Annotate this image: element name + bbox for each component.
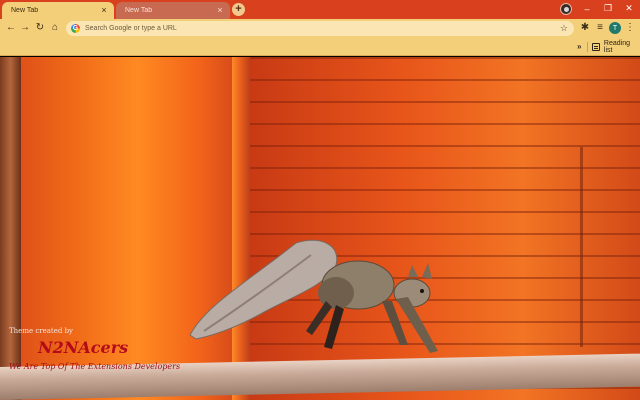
tab-title: New Tab — [125, 7, 153, 14]
bookmarks-divider — [587, 42, 588, 52]
bookmarks-bar: » Reading list — [0, 38, 640, 56]
back-button[interactable]: ← — [4, 21, 18, 35]
forward-button[interactable]: → — [18, 21, 32, 35]
new-tab-button[interactable]: + — [232, 3, 245, 16]
reload-button[interactable]: ↻ — [33, 21, 47, 35]
squirrel-image — [189, 239, 438, 353]
toolbar: ← → ↻ ⌂ G Search Google or type a URL ☆ … — [0, 19, 640, 38]
bookmarks-overflow-icon[interactable]: » — [577, 42, 581, 51]
reading-list-label: Reading list — [603, 40, 630, 54]
omnibox-placeholder[interactable]: Search Google or type a URL — [85, 25, 560, 32]
minimize-button[interactable]: – — [576, 0, 598, 17]
close-window-button[interactable]: ✕ — [618, 0, 640, 17]
google-icon: G — [71, 24, 80, 33]
close-icon[interactable]: × — [98, 5, 110, 17]
close-icon[interactable]: × — [214, 5, 226, 17]
tab-strip: New Tab × New Tab × + – ❐ ✕ — [0, 0, 640, 19]
home-button[interactable]: ⌂ — [48, 21, 62, 35]
wallpaper-left-post — [0, 57, 21, 400]
tab-new-tab-active[interactable]: New Tab × — [2, 2, 114, 19]
extensions-icon[interactable]: ✱ — [578, 21, 592, 35]
wallpaper-tagline: We Are Top Of The Extensions Developers — [9, 362, 181, 371]
avatar[interactable]: T — [609, 22, 621, 34]
omnibox[interactable]: G Search Google or type a URL ☆ — [66, 21, 574, 36]
wallpaper-brand: N2NAcers — [38, 338, 129, 357]
reading-list-button[interactable]: Reading list — [592, 40, 640, 54]
new-tab-page: Theme created by N2NAcers We Are Top Of … — [0, 57, 640, 400]
menu-icon[interactable]: ⋮ — [623, 21, 637, 35]
maximize-button[interactable]: ❐ — [597, 0, 619, 17]
media-control-icon[interactable]: ≡ — [593, 21, 607, 35]
wallpaper-credit: Theme created by — [9, 327, 74, 335]
tab-search-icon[interactable] — [560, 3, 572, 15]
bookmark-star-icon[interactable]: ☆ — [560, 23, 568, 34]
wallpaper-board-seam — [580, 147, 583, 347]
tab-new-tab-inactive[interactable]: New Tab × — [116, 2, 230, 19]
reading-list-icon — [592, 43, 600, 51]
tab-title: New Tab — [11, 7, 39, 14]
